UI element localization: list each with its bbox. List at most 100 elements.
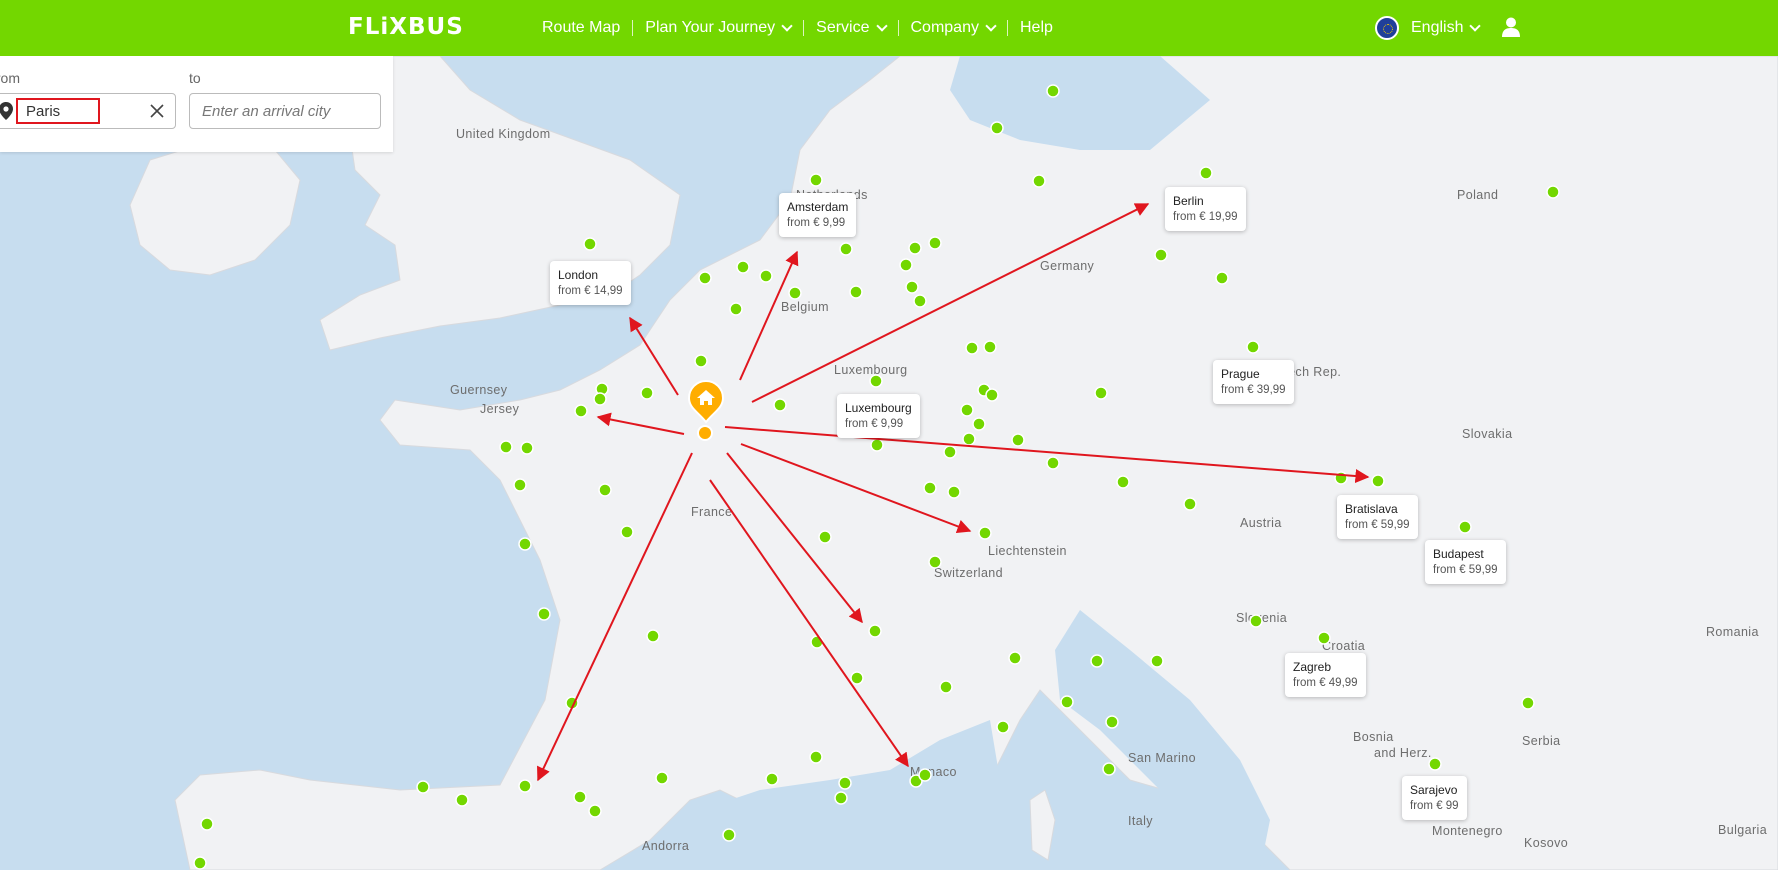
station-dot[interactable] xyxy=(1546,185,1560,199)
station-dot[interactable] xyxy=(1060,695,1074,709)
station-dot[interactable] xyxy=(620,525,634,539)
destination-bubble-zagreb[interactable]: Zagreb from € 49,99 xyxy=(1285,653,1366,697)
station-dot[interactable] xyxy=(1011,433,1025,447)
station-dot[interactable] xyxy=(1046,456,1060,470)
station-dot[interactable] xyxy=(1246,340,1260,354)
destination-bubble-luxembourg[interactable]: Luxembourg from € 9,99 xyxy=(837,394,920,438)
destination-bubble-bratislava[interactable]: Bratislava from € 59,99 xyxy=(1337,495,1418,539)
station-dot[interactable] xyxy=(1105,715,1119,729)
nav-service[interactable]: Service xyxy=(816,19,888,37)
station-dot[interactable] xyxy=(583,237,597,251)
station-dot[interactable] xyxy=(1183,497,1197,511)
station-dot[interactable] xyxy=(972,417,986,431)
station-dot[interactable] xyxy=(499,440,513,454)
station-dot[interactable] xyxy=(1032,174,1046,188)
station-dot[interactable] xyxy=(809,173,823,187)
station-dot[interactable] xyxy=(918,768,932,782)
station-dot[interactable] xyxy=(1199,166,1213,180)
station-dot[interactable] xyxy=(593,392,607,406)
station-dot[interactable] xyxy=(978,526,992,540)
to-input[interactable] xyxy=(190,94,380,128)
destination-bubble-amsterdam[interactable]: Amsterdam from € 9,99 xyxy=(779,193,857,237)
close-icon[interactable] xyxy=(149,103,165,119)
station-dot[interactable] xyxy=(838,776,852,790)
language-selector[interactable]: English xyxy=(1375,0,1482,56)
station-dot[interactable] xyxy=(1116,475,1130,489)
station-dot[interactable] xyxy=(1094,386,1108,400)
destination-bubble-london[interactable]: London from € 14,99 xyxy=(550,261,631,305)
station-dot[interactable] xyxy=(943,445,957,459)
origin-dot[interactable] xyxy=(697,425,713,441)
station-dot[interactable] xyxy=(200,817,214,831)
station-dot[interactable] xyxy=(985,388,999,402)
station-dot[interactable] xyxy=(928,236,942,250)
station-dot[interactable] xyxy=(655,771,669,785)
from-input[interactable] xyxy=(16,98,100,124)
station-dot[interactable] xyxy=(1102,762,1116,776)
station-dot[interactable] xyxy=(1090,654,1104,668)
station-dot[interactable] xyxy=(788,286,802,300)
station-dot[interactable] xyxy=(839,242,853,256)
station-dot[interactable] xyxy=(518,537,532,551)
destination-bubble-sarajevo[interactable]: Sarajevo from € 99 xyxy=(1402,776,1467,820)
station-dot[interactable] xyxy=(849,285,863,299)
station-dot[interactable] xyxy=(455,793,469,807)
station-dot[interactable] xyxy=(870,438,884,452)
station-dot[interactable] xyxy=(1215,271,1229,285)
station-dot[interactable] xyxy=(869,374,883,388)
station-dot[interactable] xyxy=(962,432,976,446)
station-dot[interactable] xyxy=(537,607,551,621)
destination-bubble-berlin[interactable]: Berlin from € 19,99 xyxy=(1165,187,1246,231)
station-dot[interactable] xyxy=(939,680,953,694)
station-dot[interactable] xyxy=(990,121,1004,135)
station-dot[interactable] xyxy=(996,720,1010,734)
station-dot[interactable] xyxy=(640,386,654,400)
station-dot[interactable] xyxy=(598,483,612,497)
station-dot[interactable] xyxy=(809,750,823,764)
station-dot[interactable] xyxy=(1428,757,1442,771)
station-dot[interactable] xyxy=(736,260,750,274)
station-dot[interactable] xyxy=(694,354,708,368)
station-dot[interactable] xyxy=(588,804,602,818)
station-dot[interactable] xyxy=(1046,84,1060,98)
station-dot[interactable] xyxy=(759,269,773,283)
station-dot[interactable] xyxy=(520,441,534,455)
station-dot[interactable] xyxy=(416,780,430,794)
nav-company[interactable]: Company xyxy=(911,19,997,37)
station-dot[interactable] xyxy=(573,790,587,804)
station-dot[interactable] xyxy=(1154,248,1168,262)
station-dot[interactable] xyxy=(905,280,919,294)
station-dot[interactable] xyxy=(1008,651,1022,665)
flixbus-logo[interactable]: FLiXBUS xyxy=(348,14,464,40)
nav-help[interactable]: Help xyxy=(1020,19,1053,37)
nav-route-map[interactable]: Route Map xyxy=(542,19,620,37)
station-dot[interactable] xyxy=(908,241,922,255)
station-dot[interactable] xyxy=(513,478,527,492)
station-dot[interactable] xyxy=(722,828,736,842)
station-dot[interactable] xyxy=(947,485,961,499)
station-dot[interactable] xyxy=(960,403,974,417)
station-dot[interactable] xyxy=(923,481,937,495)
station-dot[interactable] xyxy=(928,555,942,569)
station-dot[interactable] xyxy=(1371,474,1385,488)
from-field[interactable] xyxy=(0,93,176,129)
station-dot[interactable] xyxy=(965,341,979,355)
station-dot[interactable] xyxy=(899,258,913,272)
station-dot[interactable] xyxy=(1458,520,1472,534)
station-dot[interactable] xyxy=(983,340,997,354)
station-dot[interactable] xyxy=(850,671,864,685)
station-dot[interactable] xyxy=(1150,654,1164,668)
station-dot[interactable] xyxy=(834,791,848,805)
destination-bubble-prague[interactable]: Prague from € 39,99 xyxy=(1213,360,1294,404)
station-dot[interactable] xyxy=(1317,631,1331,645)
station-dot[interactable] xyxy=(698,271,712,285)
station-dot[interactable] xyxy=(913,294,927,308)
station-dot[interactable] xyxy=(193,856,207,870)
station-dot[interactable] xyxy=(773,398,787,412)
station-dot[interactable] xyxy=(729,302,743,316)
station-dot[interactable] xyxy=(1249,614,1263,628)
station-dot[interactable] xyxy=(518,779,532,793)
station-dot[interactable] xyxy=(574,404,588,418)
to-field[interactable] xyxy=(189,93,381,129)
destination-bubble-budapest[interactable]: Budapest from € 59,99 xyxy=(1425,540,1506,584)
